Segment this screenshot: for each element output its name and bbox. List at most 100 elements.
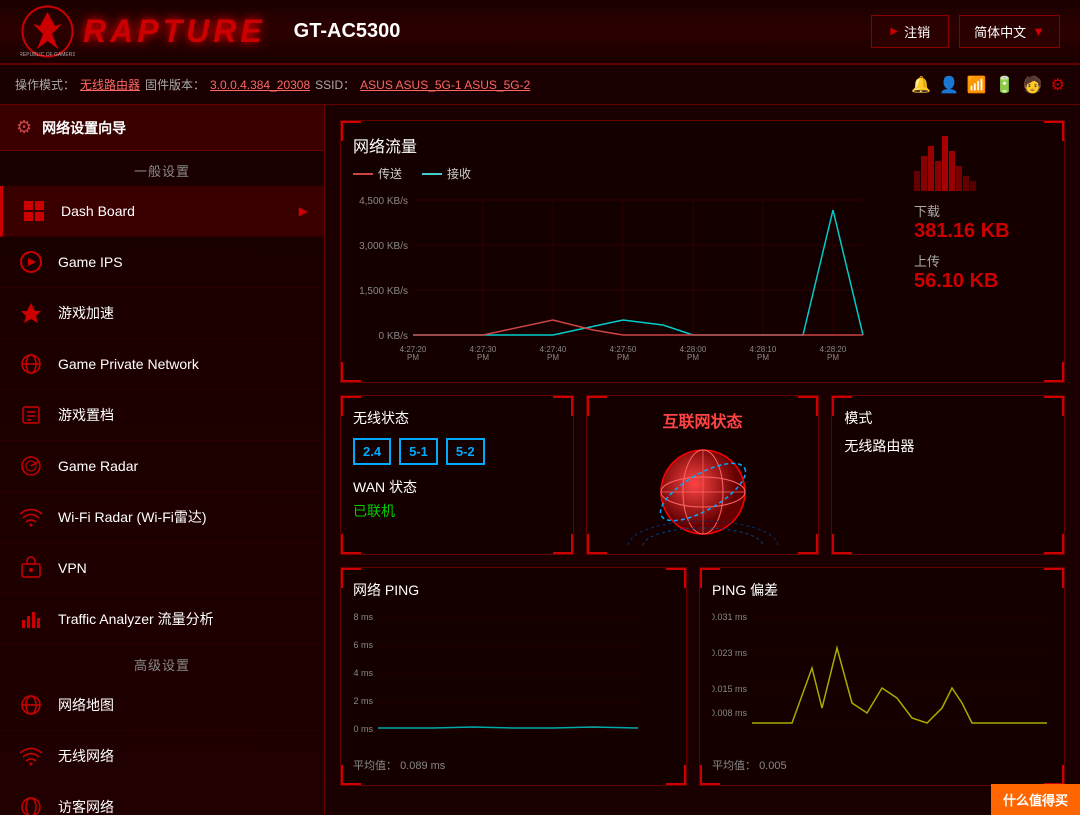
content-area: 网络流量 传送 接收 xyxy=(325,105,1080,815)
svg-text:PM: PM xyxy=(687,353,699,362)
network-map-label: 网络地图 xyxy=(58,695,114,715)
sidebar-item-game-history[interactable]: 游戏置档 xyxy=(0,390,324,441)
bar-6 xyxy=(949,151,955,191)
svg-text:6 ms: 6 ms xyxy=(353,640,373,650)
band-5g-2[interactable]: 5-2 xyxy=(446,438,485,465)
svg-text:4 ms: 4 ms xyxy=(353,668,373,678)
corner-bl xyxy=(700,765,720,785)
traffic-analyzer-label: Traffic Analyzer 流量分析 xyxy=(58,609,214,629)
game-boost-icon xyxy=(16,298,46,328)
rog-logo: REPUBLIC OF GAMERS xyxy=(20,4,75,59)
svg-text:PM: PM xyxy=(547,353,559,362)
sidebar-item-wireless[interactable]: 无线网络 xyxy=(0,731,324,782)
game-ips-icon xyxy=(16,247,46,277)
sidebar-item-wifi-radar[interactable]: Wi-Fi Radar (Wi-Fi雷达) xyxy=(0,492,324,543)
guest-network-label: 访客网络 xyxy=(58,797,114,815)
mode-box: 模式 无线路由器 xyxy=(831,395,1065,555)
svg-text:PM: PM xyxy=(757,353,769,362)
corner-bl xyxy=(832,534,852,554)
ping-deviation-box: PING 偏差 0.031 ms 0.023 ms 0.015 ms 0.008… xyxy=(699,567,1065,786)
sidebar-item-game-radar[interactable]: Game Radar xyxy=(0,441,324,492)
wireless-icon xyxy=(16,741,46,771)
game-boost-label: 游戏加速 xyxy=(58,303,114,323)
ping-deviation-avg: 平均值： 0.005 xyxy=(712,757,1052,773)
user-icon[interactable]: 👤 xyxy=(939,75,959,95)
bar-8 xyxy=(963,176,969,191)
language-button[interactable]: 简体中文 ▼ xyxy=(959,15,1060,48)
header-buttons: ▶ 注销 简体中文 ▼ xyxy=(871,15,1060,48)
sidebar-item-network-map[interactable]: 网络地图 xyxy=(0,680,324,731)
corner-br xyxy=(553,534,573,554)
network-ping-box: 网络 PING 8 ms 6 ms 4 ms 2 ms 0 ms xyxy=(340,567,687,786)
svg-text:1,500 KB/s: 1,500 KB/s xyxy=(359,286,408,297)
bar-3 xyxy=(928,146,934,191)
svg-text:PM: PM xyxy=(477,353,489,362)
header: REPUBLIC OF GAMERS RAPTURE GT-AC5300 ▶ 注… xyxy=(0,0,1080,65)
corner-tr xyxy=(1044,568,1064,588)
legend-recv-color xyxy=(422,173,442,175)
rapture-title: RAPTURE xyxy=(83,13,266,50)
logo-area: REPUBLIC OF GAMERS RAPTURE GT-AC5300 xyxy=(20,4,400,59)
wireless-label: 无线网络 xyxy=(58,746,114,766)
corner-tl xyxy=(341,396,361,416)
game-radar-icon xyxy=(16,451,46,481)
band-5g-1[interactable]: 5-1 xyxy=(399,438,438,465)
mode-value: 无线路由器 xyxy=(844,436,1052,456)
corner-tr xyxy=(666,568,686,588)
wifi-icon[interactable]: 📶 xyxy=(967,75,987,95)
battery-icon[interactable]: 🔋 xyxy=(995,75,1015,95)
download-label: 下载 xyxy=(914,201,1054,220)
ping-row: 网络 PING 8 ms 6 ms 4 ms 2 ms 0 ms xyxy=(340,567,1065,786)
vpn-label: VPN xyxy=(58,560,87,576)
legend-recv: 接收 xyxy=(422,165,471,182)
toolbar-icons: 🔔 👤 📶 🔋 🧑 ⚙ xyxy=(911,75,1065,95)
vpn-icon xyxy=(16,553,46,583)
network-setup-label: 网络设置向导 xyxy=(42,118,126,138)
sidebar-item-guest-network[interactable]: 访客网络 xyxy=(0,782,324,815)
sidebar-item-vpn[interactable]: VPN xyxy=(0,543,324,594)
firmware-label: 固件版本： xyxy=(145,76,205,93)
sidebar-item-game-ips[interactable]: Game IPS xyxy=(0,237,324,288)
toolbar: 操作模式： 无线路由器 固件版本： 3.0.0.4.384_20308 SSID… xyxy=(0,65,1080,105)
gear-icon[interactable]: ⚙ xyxy=(1051,75,1065,95)
guest-network-icon xyxy=(16,792,46,815)
play-icon: ▶ xyxy=(890,26,898,37)
sidebar-item-dashboard[interactable]: Dash Board ▶ xyxy=(0,186,324,237)
upload-value: 56.10 KB xyxy=(914,270,1054,293)
internet-status-title: 互联网状态 xyxy=(663,408,743,432)
corner-br xyxy=(666,765,686,785)
login-button[interactable]: ▶ 注销 xyxy=(871,15,949,48)
bar-7 xyxy=(956,166,962,191)
sidebar-item-network-setup[interactable]: ⚙ 网络设置向导 xyxy=(0,105,324,151)
bell-icon[interactable]: 🔔 xyxy=(911,75,931,95)
ping-chart-svg: 8 ms 6 ms 4 ms 2 ms 0 ms xyxy=(353,608,643,748)
wifi-radar-label: Wi-Fi Radar (Wi-Fi雷达) xyxy=(58,507,207,527)
mode-value[interactable]: 无线路由器 xyxy=(80,76,140,93)
band-2g[interactable]: 2.4 xyxy=(353,438,391,465)
sidebar-item-traffic-analyzer[interactable]: Traffic Analyzer 流量分析 xyxy=(0,594,324,645)
svg-text:0 ms: 0 ms xyxy=(353,724,373,734)
status-row: 无线状态 2.4 5-1 5-2 WAN 状态 已联机 互联网状态 xyxy=(340,395,1065,555)
corner-bl xyxy=(341,534,361,554)
corner-decoration-tl xyxy=(341,121,361,141)
download-value: 381.16 KB xyxy=(914,220,1054,243)
ssid-values[interactable]: ASUS ASUS_5G-1 ASUS_5G-2 xyxy=(360,78,530,92)
wan-status-value: 已联机 xyxy=(353,501,561,521)
bar-2 xyxy=(921,156,927,191)
corner-br xyxy=(1044,765,1064,785)
network-map-icon xyxy=(16,690,46,720)
sidebar-item-game-private-network[interactable]: Game Private Network xyxy=(0,339,324,390)
corner-bl xyxy=(341,765,361,785)
ping-deviation-chart-svg: 0.031 ms 0.023 ms 0.015 ms 0.008 ms xyxy=(712,608,1052,748)
sidebar-item-game-boost[interactable]: 游戏加速 xyxy=(0,288,324,339)
dashboard-label: Dash Board xyxy=(61,203,135,219)
corner-tl xyxy=(832,396,852,416)
firmware-value[interactable]: 3.0.0.4.384_20308 xyxy=(210,78,310,92)
mode-label: 操作模式： xyxy=(15,76,75,93)
bar-5 xyxy=(942,136,948,191)
svg-text:0.015 ms: 0.015 ms xyxy=(712,684,747,694)
wireless-bands: 2.4 5-1 5-2 xyxy=(353,438,561,465)
person-icon[interactable]: 🧑 xyxy=(1023,75,1043,95)
svg-text:PM: PM xyxy=(617,353,629,362)
orbit-arcs xyxy=(623,516,783,546)
